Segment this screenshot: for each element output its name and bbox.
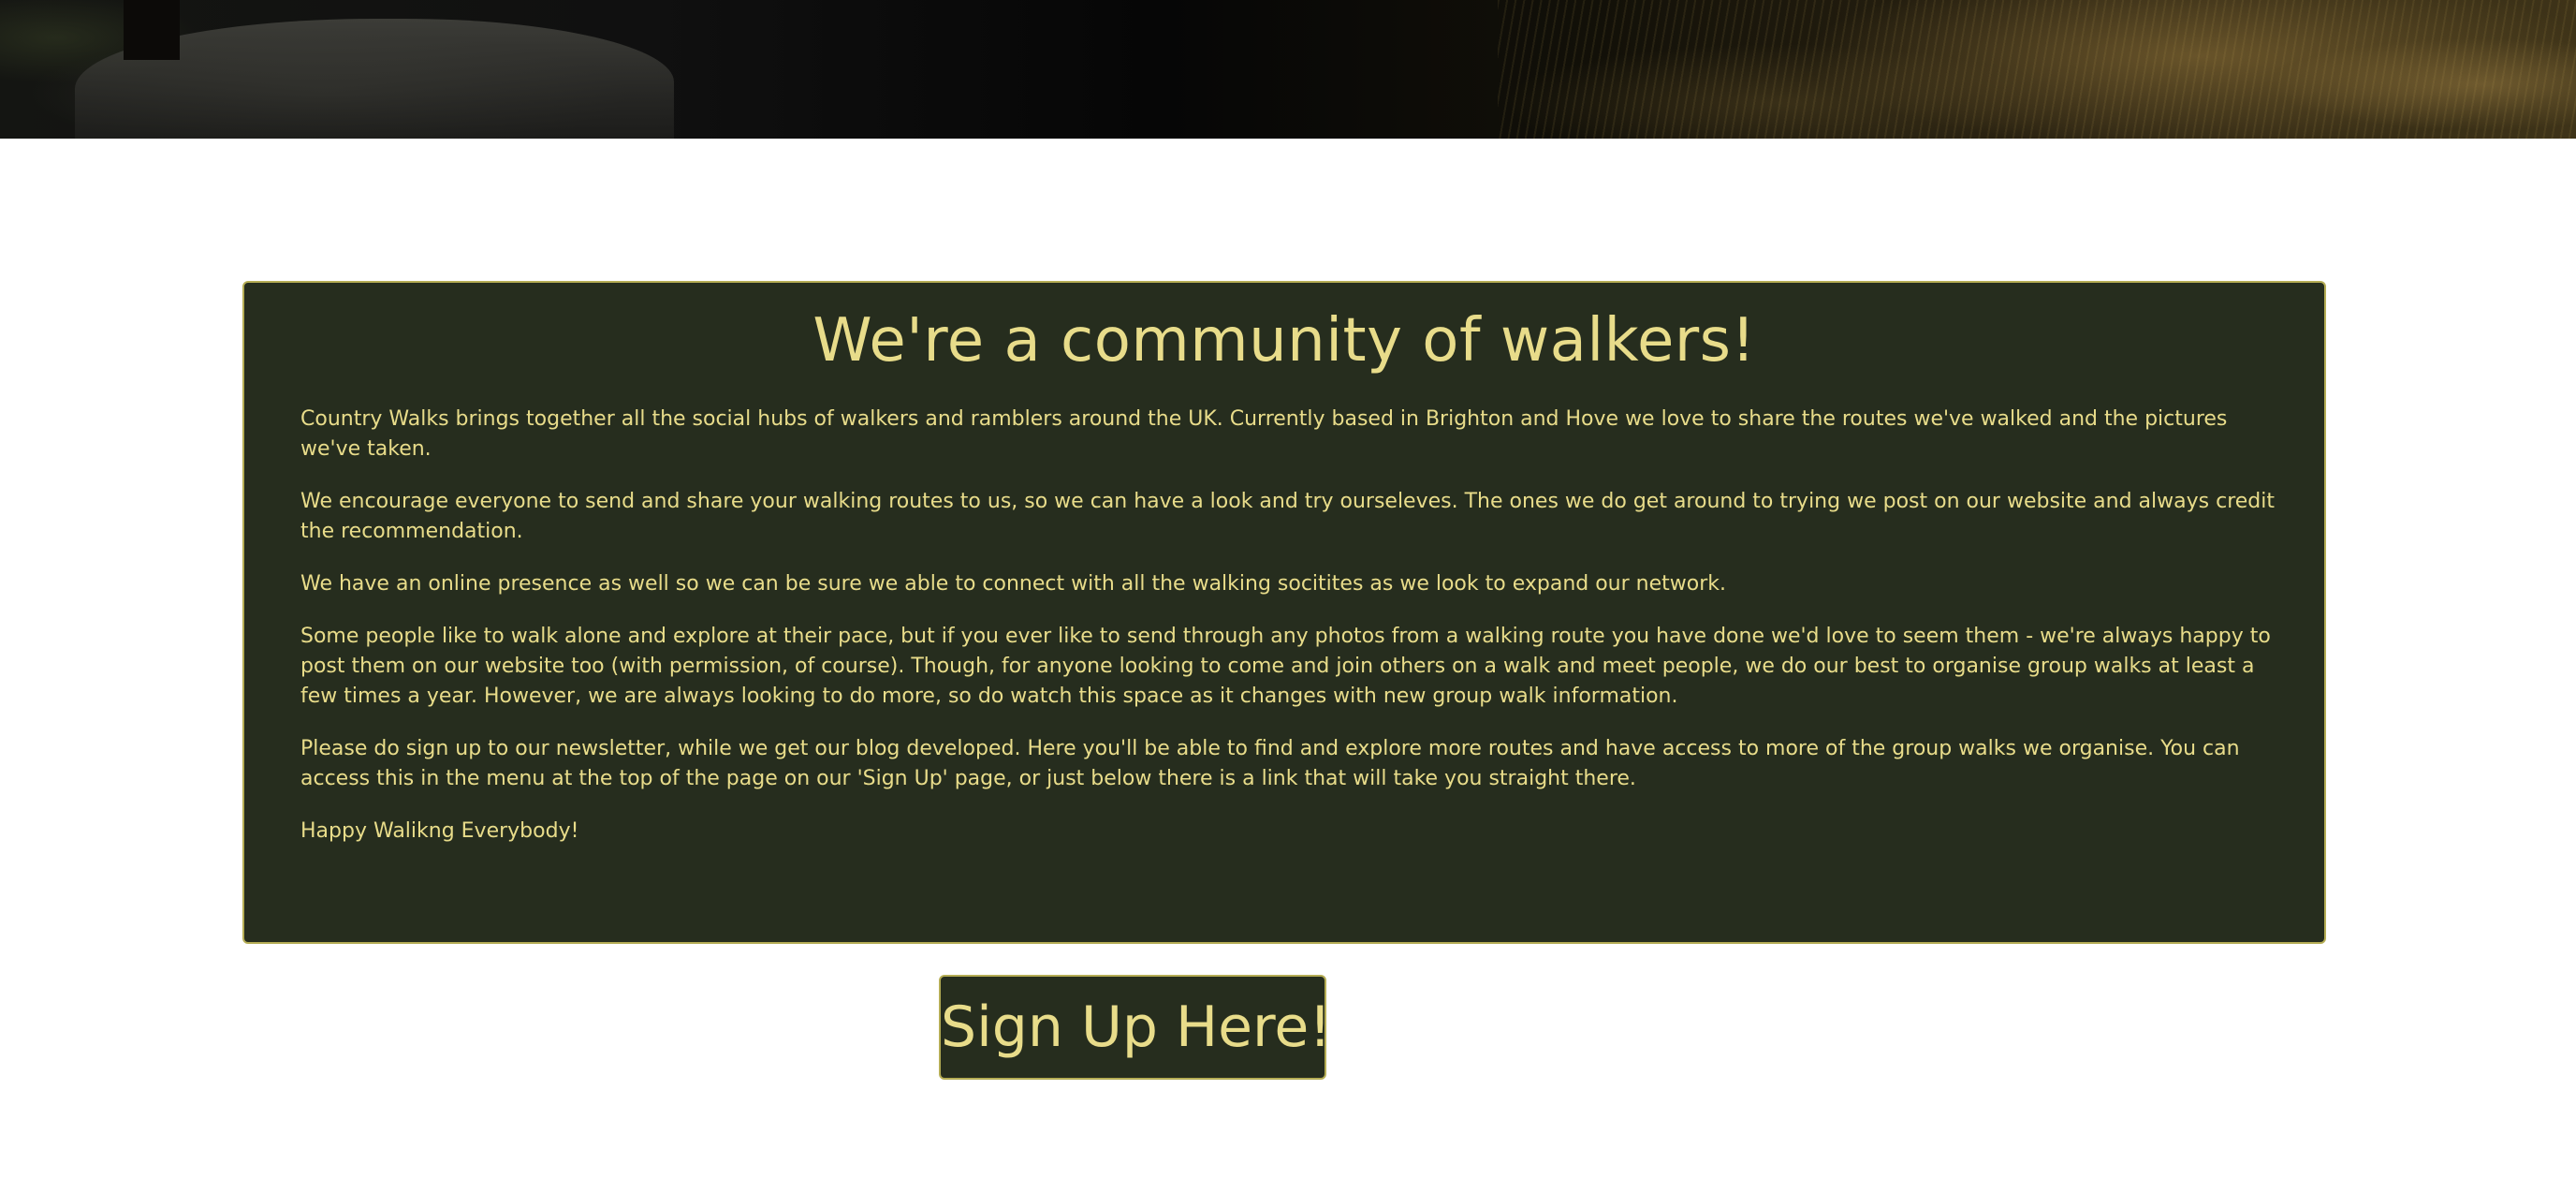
about-body: Country Walks brings together all the so…	[300, 405, 2285, 869]
about-paragraph-share-routes: We encourage everyone to send and share …	[300, 490, 2275, 543]
hero-image	[0, 0, 2576, 139]
about-paragraph-group-walks: Some people like to walk alone and explo…	[300, 625, 2271, 708]
about-heading: We're a community of walkers!	[812, 306, 1756, 376]
about-paragraph-online-presence: We have an online presence as well so we…	[300, 572, 1726, 596]
about-paragraph-newsletter: Please do sign up to our newsletter, whi…	[300, 737, 2240, 790]
sign-up-button[interactable]: Sign Up Here!	[939, 975, 1326, 1080]
hero-post	[124, 0, 180, 60]
about-paragraph-intro: Country Walks brings together all the so…	[300, 407, 2228, 461]
about-paragraph-signoff: Happy Walikng Everybody!	[300, 819, 579, 843]
about-card: We're a community of walkers! Country Wa…	[242, 281, 2326, 944]
hero-grass	[1498, 0, 2576, 139]
